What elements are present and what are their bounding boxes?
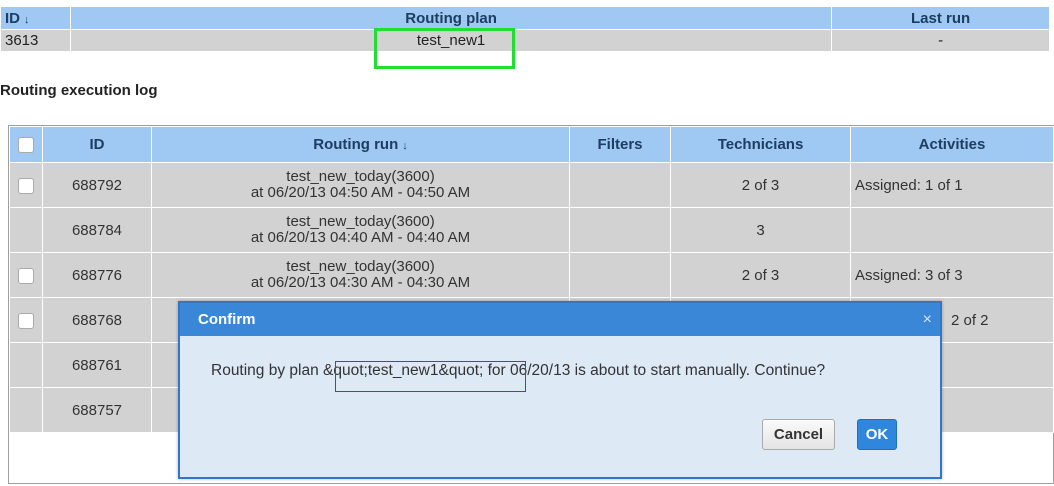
column-header-id[interactable]: ID ↓	[0, 6, 71, 30]
column-header-routing-plan[interactable]: Routing plan	[69, 6, 833, 30]
table-row[interactable]: 688776 test_new_today(3600) at 06/20/13 0…	[9, 252, 1054, 298]
log-id: 688768	[42, 297, 152, 343]
table-row[interactable]: 688792 test_new_today(3600) at 06/20/13 0…	[9, 162, 1054, 208]
log-header-row: ID Routing run ↓ Filters Technicians Acti…	[9, 126, 1054, 163]
column-header-last-run[interactable]: Last run	[831, 6, 1050, 30]
routing-plan-row[interactable]: 3613 test_new1 -	[0, 29, 1050, 52]
row-checkbox[interactable]	[18, 177, 34, 194]
routing-run-name[interactable]: test_new_today(3600)	[156, 259, 565, 275]
routing-run-name[interactable]: test_new_today(3600)	[156, 214, 565, 230]
section-title-execution-log: Routing execution log	[0, 82, 158, 99]
row-checkbox[interactable]	[18, 267, 34, 284]
log-id: 688784	[42, 207, 152, 253]
column-header-activities[interactable]: Activities	[850, 126, 1054, 163]
dialog-message: Routing by plan &quot;test_new1&quot; fo…	[211, 362, 826, 379]
activities-cell: Assigned: 3 of 3	[850, 252, 1054, 298]
row-checkbox[interactable]	[18, 312, 34, 329]
dialog-titlebar[interactable]: Confirm ×	[180, 303, 940, 336]
select-all-cell	[9, 126, 43, 163]
row-checkbox-cell	[9, 387, 43, 433]
routing-run-time: at 06/20/13 04:30 AM - 04:30 AM	[250, 274, 471, 291]
technicians-cell: 2 of 3	[670, 162, 851, 208]
routing-plan-header-row: ID ↓ Routing plan Last run	[0, 6, 1050, 30]
cancel-button[interactable]: Cancel	[762, 419, 835, 450]
routing-run-time: at 06/20/13 04:40 AM - 04:40 AM	[250, 229, 471, 246]
close-icon[interactable]: ×	[923, 303, 932, 336]
column-header-log-id[interactable]: ID	[42, 126, 152, 163]
column-header-routing-run[interactable]: Routing run ↓	[151, 126, 570, 163]
row-checkbox-cell	[9, 162, 43, 208]
column-header-technicians[interactable]: Technicians	[670, 126, 851, 163]
column-header-id-label: ID	[5, 9, 20, 27]
routing-run-time: at 06/20/13 04:50 AM - 04:50 AM	[250, 184, 471, 201]
routing-run-name[interactable]: test_new_today(3600)	[156, 169, 565, 185]
row-checkbox-cell	[9, 252, 43, 298]
log-id: 688776	[42, 252, 152, 298]
routing-plan-id: 3613	[0, 29, 71, 52]
row-checkbox-cell	[9, 297, 43, 343]
routing-run-cell: test_new_today(3600) at 06/20/13 04:30 AM…	[151, 252, 570, 298]
technicians-cell: 2 of 3	[670, 252, 851, 298]
routing-plan-table: ID ↓ Routing plan Last run 3613 test_new1…	[0, 6, 1050, 52]
log-id: 688761	[42, 342, 152, 388]
sort-down-icon: ↓	[24, 13, 30, 26]
row-checkbox-cell	[9, 342, 43, 388]
log-id: 688792	[42, 162, 152, 208]
activities-cell	[850, 207, 1054, 253]
filters-cell	[569, 252, 671, 298]
sort-down-icon: ↓	[402, 140, 408, 152]
filters-cell	[569, 162, 671, 208]
dialog-title: Confirm	[198, 311, 256, 328]
column-header-filters[interactable]: Filters	[569, 126, 671, 163]
select-all-checkbox[interactable]	[18, 137, 34, 154]
confirm-dialog: Confirm × Routing by plan &quot;test_new…	[178, 301, 942, 479]
row-checkbox-cell	[9, 207, 43, 253]
routing-plan-last-run: -	[831, 29, 1050, 52]
activities-cell: Assigned: 1 of 1	[850, 162, 1054, 208]
technicians-cell: 3	[670, 207, 851, 253]
routing-run-cell: test_new_today(3600) at 06/20/13 04:50 AM…	[151, 162, 570, 208]
table-row[interactable]: 688784 test_new_today(3600) at 06/20/13 0…	[9, 207, 1054, 253]
routing-run-cell: test_new_today(3600) at 06/20/13 04:40 AM…	[151, 207, 570, 253]
routing-plan-name[interactable]: test_new1	[69, 29, 833, 52]
ok-button[interactable]: OK	[857, 419, 897, 450]
log-id: 688757	[42, 387, 152, 433]
filters-cell	[569, 207, 671, 253]
column-header-routing-run-label: Routing run	[313, 136, 399, 153]
